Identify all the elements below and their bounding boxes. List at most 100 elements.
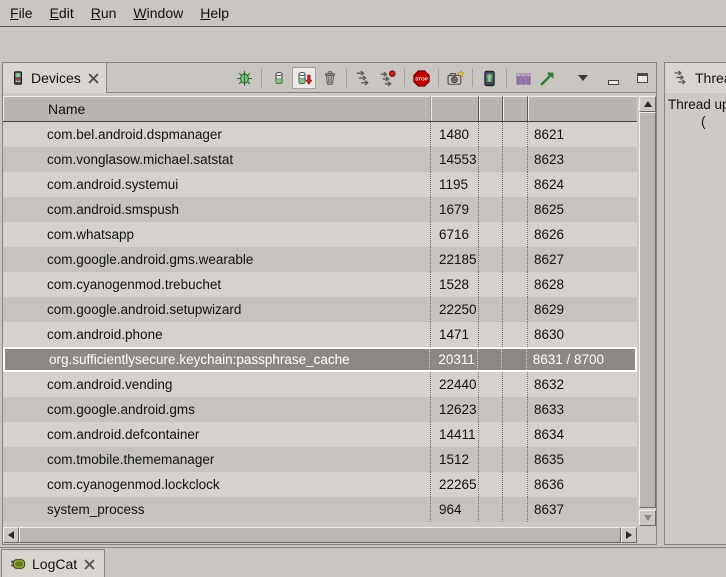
cell-empty: [479, 197, 503, 222]
cell-empty: [503, 372, 528, 397]
cell-empty: [503, 172, 528, 197]
cell-pid: 20311: [430, 349, 478, 370]
table-row[interactable]: com.android.systemui11958624: [3, 172, 637, 197]
scroll-left-button[interactable]: [3, 527, 19, 543]
cell-empty: [503, 297, 528, 322]
cell-empty: [479, 372, 503, 397]
column-header-pid[interactable]: [431, 96, 479, 121]
debug-process-icon[interactable]: [234, 67, 255, 89]
logcat-icon: [10, 556, 26, 572]
cell-name: com.bel.android.dspmanager: [3, 122, 431, 147]
cell-empty: [503, 472, 528, 497]
menu-window[interactable]: Window: [133, 5, 183, 21]
minimize-icon[interactable]: [603, 67, 624, 89]
horizontal-scrollbar[interactable]: [3, 527, 637, 543]
dump-hprof-icon[interactable]: [292, 67, 316, 89]
toolbar-separator: [404, 69, 405, 87]
cell-name: com.whatsapp: [3, 222, 431, 247]
cell-empty: [503, 397, 528, 422]
cell-name: com.android.defcontainer: [3, 422, 431, 447]
cell-pid: 1512: [431, 447, 479, 472]
close-icon[interactable]: [87, 72, 100, 85]
cell-pid: 14553: [431, 147, 479, 172]
vertical-scrollbar-thumb[interactable]: [639, 112, 656, 508]
column-header-status2[interactable]: [503, 96, 528, 121]
menu-run[interactable]: Run: [91, 5, 117, 21]
cell-port: 8625: [528, 197, 637, 222]
cell-empty: [503, 247, 528, 272]
table-row[interactable]: com.bel.android.dspmanager14808621: [3, 122, 637, 147]
table-row[interactable]: com.cyanogenmod.lockclock222658636: [3, 472, 637, 497]
threads-message-line1: Thread up: [668, 97, 726, 112]
menu-file[interactable]: File: [10, 5, 33, 21]
cell-empty: [503, 197, 528, 222]
scroll-up-button[interactable]: [639, 96, 656, 112]
menu-help[interactable]: Help: [200, 5, 229, 21]
devices-tabbar: Devices: [3, 63, 656, 93]
cell-pid: 1480: [431, 122, 479, 147]
column-header-port[interactable]: [528, 96, 637, 121]
table-row[interactable]: org.sufficientlysecure.keychain:passphra…: [3, 347, 637, 372]
tab-devices[interactable]: Devices: [3, 63, 107, 93]
cell-empty: [479, 297, 503, 322]
table-row[interactable]: com.google.android.gms.wearable221858627: [3, 247, 637, 272]
view-menu-icon[interactable]: [572, 67, 593, 89]
cell-pid: 1679: [431, 197, 479, 222]
vertical-scrollbar[interactable]: [639, 96, 656, 526]
update-threads-icon[interactable]: [353, 67, 374, 89]
cell-name: com.google.android.gms.wearable: [3, 247, 431, 272]
toolbar-separator: [438, 69, 439, 87]
cell-name: com.google.android.gms: [3, 397, 431, 422]
start-method-profiling-icon[interactable]: [377, 67, 398, 89]
close-icon[interactable]: [83, 558, 96, 571]
table-row[interactable]: com.android.smspush16798625: [3, 197, 637, 222]
cell-port: 8636: [528, 472, 637, 497]
cell-name: com.cyanogenmod.trebuchet: [3, 272, 431, 297]
table-row[interactable]: com.whatsapp67168626: [3, 222, 637, 247]
cell-port: 8631 / 8700: [527, 349, 635, 370]
cause-gc-icon[interactable]: [319, 67, 340, 89]
update-heap-icon[interactable]: [268, 67, 289, 89]
table-row[interactable]: com.cyanogenmod.trebuchet15288628: [3, 272, 637, 297]
screen-capture-icon[interactable]: [445, 67, 466, 89]
stop-process-icon[interactable]: STOP: [411, 67, 432, 89]
cell-empty: [503, 272, 528, 297]
table-row[interactable]: com.google.android.setupwizard222508629: [3, 297, 637, 322]
table-row[interactable]: com.tmobile.thememanager15128635: [3, 447, 637, 472]
table-row[interactable]: com.google.android.gms126238633: [3, 397, 637, 422]
table-row[interactable]: com.android.phone14718630: [3, 322, 637, 347]
horizontal-scrollbar-thumb[interactable]: [19, 527, 621, 543]
cell-empty: [479, 247, 503, 272]
dump-view-hierarchy-icon[interactable]: [479, 67, 500, 89]
table-header: Name: [3, 96, 637, 122]
cell-empty: [479, 447, 503, 472]
sash-vertical[interactable]: [657, 62, 664, 545]
table-row[interactable]: system_process9648637: [3, 497, 637, 522]
menu-edit[interactable]: Edit: [50, 5, 74, 21]
cell-name: com.tmobile.thememanager: [3, 447, 431, 472]
cell-empty: [479, 172, 503, 197]
cell-empty: [479, 397, 503, 422]
table-row[interactable]: com.android.vending224408632: [3, 372, 637, 397]
cell-port: 8632: [528, 372, 637, 397]
start-opengl-trace-icon[interactable]: [537, 67, 558, 89]
cell-empty: [503, 497, 528, 522]
capture-systrace-icon[interactable]: [513, 67, 534, 89]
table-row[interactable]: com.vonglasow.michael.satstat145538623: [3, 147, 637, 172]
cell-name: com.android.systemui: [3, 172, 431, 197]
column-header-status1[interactable]: [479, 96, 503, 121]
cell-name: com.vonglasow.michael.satstat: [3, 147, 431, 172]
tab-logcat[interactable]: LogCat: [1, 549, 105, 577]
column-header-name[interactable]: Name: [3, 96, 431, 121]
table-row[interactable]: com.android.defcontainer144118634: [3, 422, 637, 447]
maximize-icon[interactable]: [632, 67, 653, 89]
cell-name: com.cyanogenmod.lockclock: [3, 472, 431, 497]
scroll-down-button[interactable]: [639, 510, 656, 526]
scroll-right-button[interactable]: [621, 527, 637, 543]
cell-name: com.google.android.setupwizard: [3, 297, 431, 322]
cell-empty: [478, 349, 502, 370]
devices-toolbar: STOP: [234, 63, 653, 93]
phone-device-icon: [11, 71, 25, 85]
tab-threads[interactable]: Threads: [665, 63, 726, 93]
cell-pid: 1471: [431, 322, 479, 347]
